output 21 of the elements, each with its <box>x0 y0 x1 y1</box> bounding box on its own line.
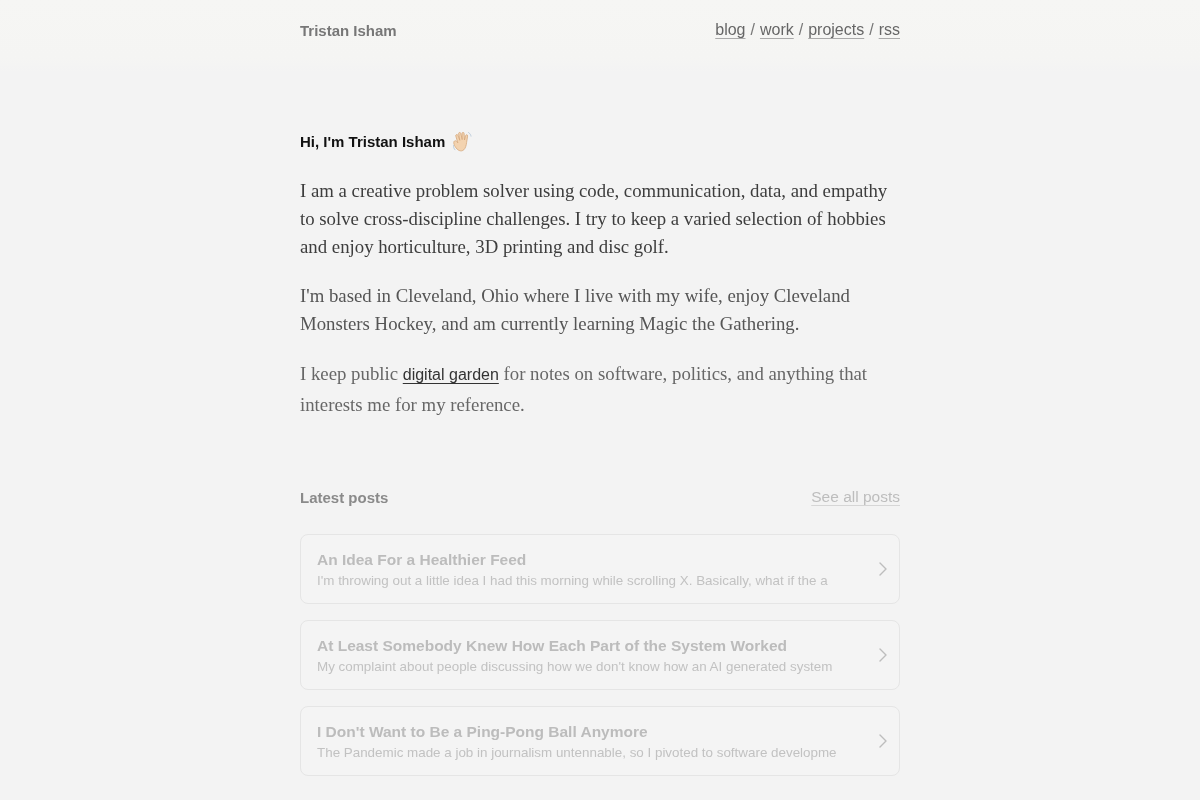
digital-garden-link[interactable]: digital garden <box>402 366 499 383</box>
intro-paragraph: I am a creative problem solver using code, communication, data, and empathy to solve cross-discipline challenges. I try to keep a varied selection of hobbies and enjoy horticulture, 3D printing and disc golf. <box>300 179 889 259</box>
intro-paragraph: I keep public digital garden for notes on software, politics, and anything that interests me for my reference. <box>300 362 869 417</box>
chevron-right-icon <box>879 562 887 576</box>
waving-hand-icon <box>451 130 474 152</box>
post-title: An Idea For a Healthier Feed <box>317 550 528 569</box>
intro-paragraph: I'm based in Cleveland, Ohio where I live with my wife, enjoy Cleveland Monsters Hockey, and am currently learning Magic the Gathering. <box>300 284 851 336</box>
nav-separator: / <box>798 21 804 39</box>
nav-link[interactable]: projects <box>808 21 865 39</box>
nav-separator: / <box>869 21 874 39</box>
nav-separator: / <box>750 21 755 39</box>
post-title: At Least Somebody Knew How Each Part of the System Worked <box>317 636 788 655</box>
nav-link[interactable]: work <box>759 21 794 39</box>
site-title-link[interactable]: Tristan Isham <box>300 21 397 39</box>
chevron-right-icon <box>879 648 887 662</box>
chevron-right-icon <box>879 734 887 748</box>
post-title: I Don't Want to Be a Ping-Pong Ball Anymore <box>317 722 649 741</box>
nav-link[interactable]: blog <box>715 21 746 39</box>
intro-heading: Hi, I'm Tristan Isham <box>300 132 446 150</box>
nav-link[interactable]: rss <box>878 21 900 39</box>
section-title: Latest posts <box>300 488 389 506</box>
